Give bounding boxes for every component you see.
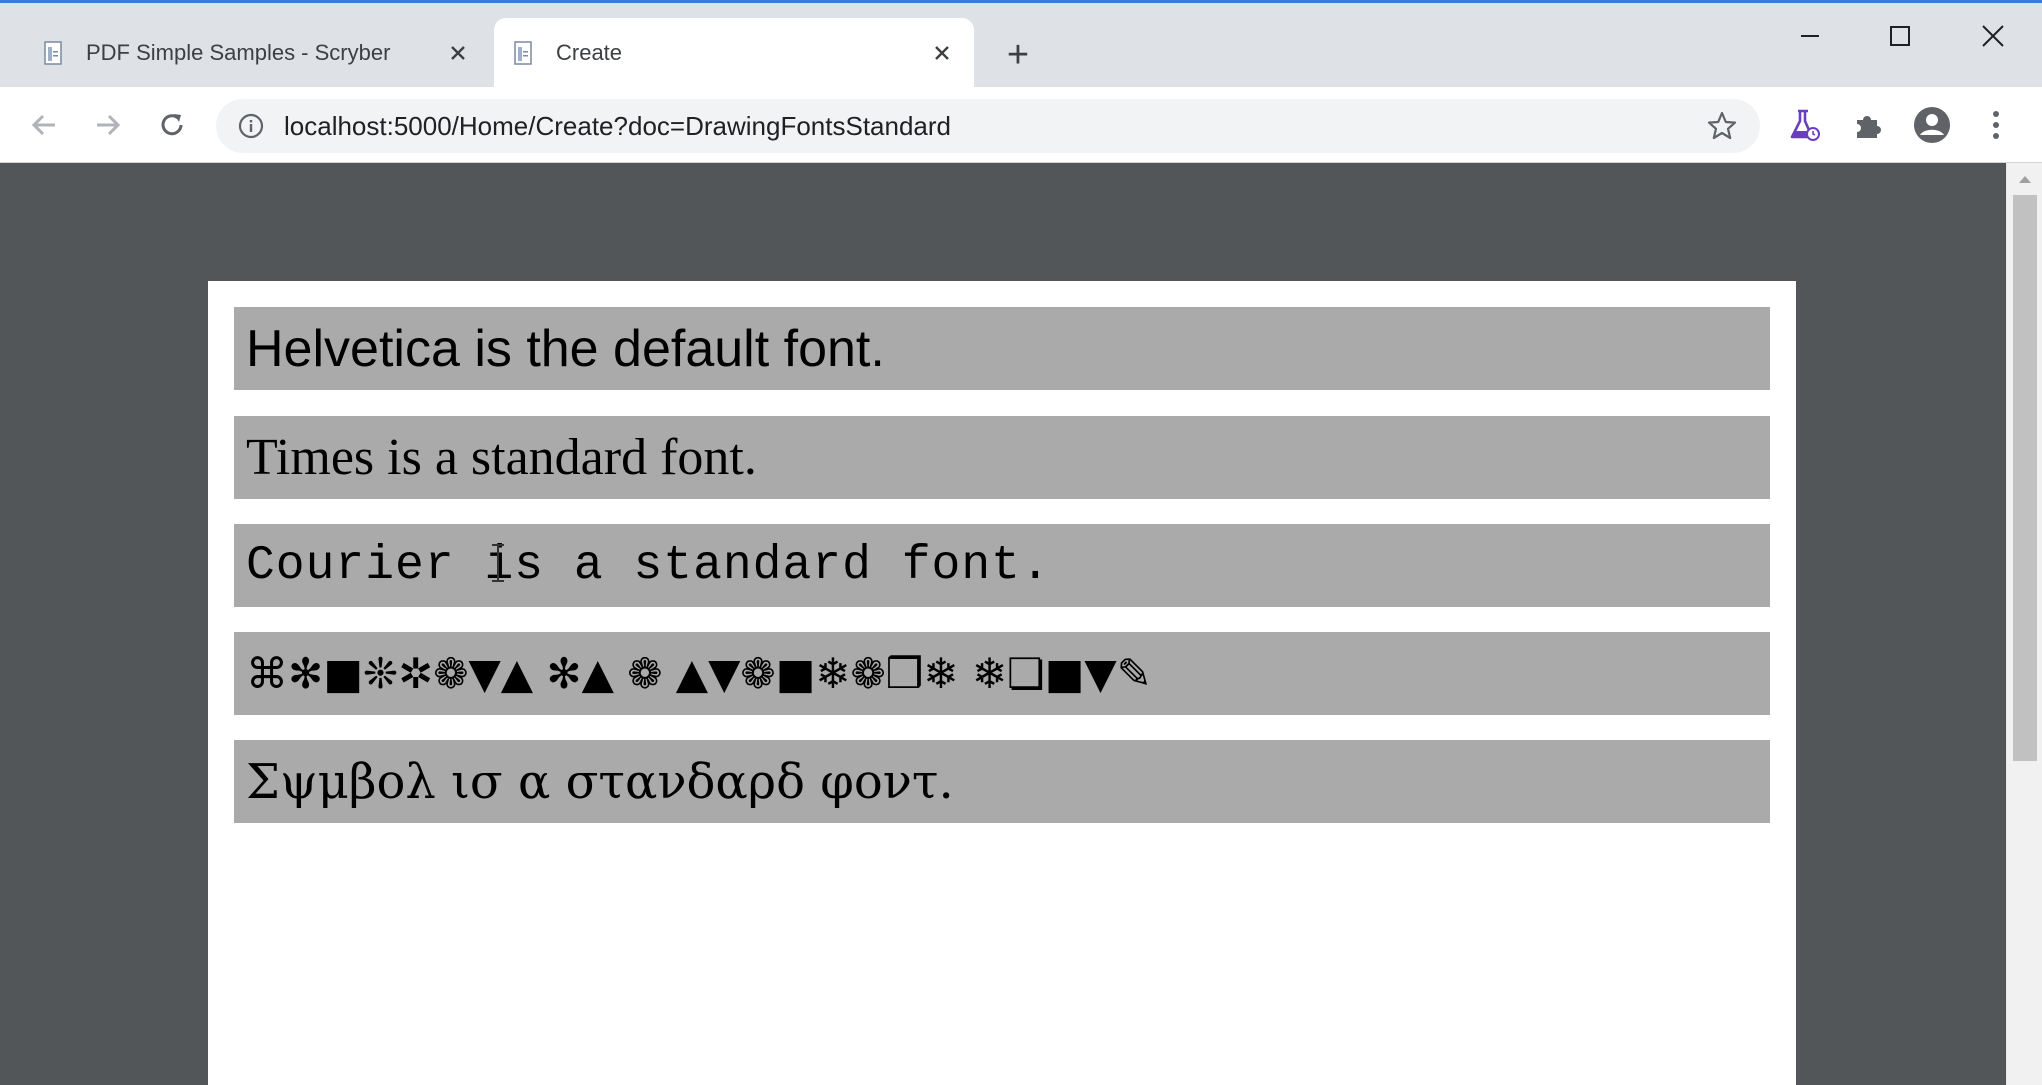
pdf-viewer[interactable]: Helvetica is the default font. Times is … [0,163,2006,1085]
block-text: Courier is a standard font. [246,538,1051,593]
extensions-icon[interactable] [1844,101,1892,149]
text-cursor-icon [492,544,504,582]
maximize-icon[interactable] [1855,11,1945,61]
block-text: Σψμβολ ισ α στανδαρδ φοντ. [246,753,954,810]
labs-flask-icon[interactable] [1780,101,1828,149]
reload-icon[interactable] [148,101,196,149]
star-icon[interactable] [1706,110,1738,142]
address-bar[interactable]: localhost:5000/Home/Create?doc=DrawingFo… [216,99,1760,153]
back-icon[interactable] [20,101,68,149]
times-font-block: Times is a standard font. [234,416,1770,499]
tab-pdf-simple-samples[interactable]: PDF Simple Samples - Scryber [24,18,490,87]
scroll-up-icon[interactable] [2007,167,2042,191]
tab-title: Create [556,39,623,65]
symbol-font-block: Σψμβολ ισ α στανδαρδ φοντ. [234,740,1770,823]
file-icon [510,39,538,67]
forward-icon[interactable] [84,101,132,149]
helvetica-font-block: Helvetica is the default font. [234,307,1770,390]
new-tab-button[interactable]: + [996,33,1040,77]
pdf-page: Helvetica is the default font. Times is … [208,281,1796,1085]
close-icon[interactable] [442,37,474,69]
block-text: Helvetica is the default font. [246,319,885,378]
browser-window: PDF Simple Samples - Scryber Create + lo… [0,0,2042,1085]
vertical-scrollbar[interactable] [2006,163,2042,1085]
profile-icon[interactable] [1908,101,1956,149]
browser-toolbar: localhost:5000/Home/Create?doc=DrawingFo… [0,87,2042,163]
block-text: ⌘✻■❊✲❁▼▲ ✻▲ ❁ ▲▼❁■❄❁❒❄ ❄❏■▼✎ [246,649,1152,698]
window-close-icon[interactable] [1948,11,2038,61]
tab-create[interactable]: Create [494,18,974,87]
menu-icon[interactable] [1972,101,2020,149]
close-icon[interactable] [926,37,958,69]
courier-font-block: Courier is a standard font. [234,524,1770,607]
minimize-icon[interactable] [1765,11,1855,61]
info-icon[interactable] [238,113,264,139]
url-text[interactable]: localhost:5000/Home/Create?doc=DrawingFo… [284,111,1706,142]
tab-title: PDF Simple Samples - Scryber [86,39,391,65]
block-text: Times is a standard font. [246,429,757,486]
zapf-dingbats-font-block: ⌘✻■❊✲❁▼▲ ✻▲ ❁ ▲▼❁■❄❁❒❄ ❄❏■▼✎ [234,632,1770,715]
tab-strip: PDF Simple Samples - Scryber Create + [0,3,2042,87]
file-icon [40,39,68,67]
scrollbar-thumb[interactable] [2013,195,2037,761]
